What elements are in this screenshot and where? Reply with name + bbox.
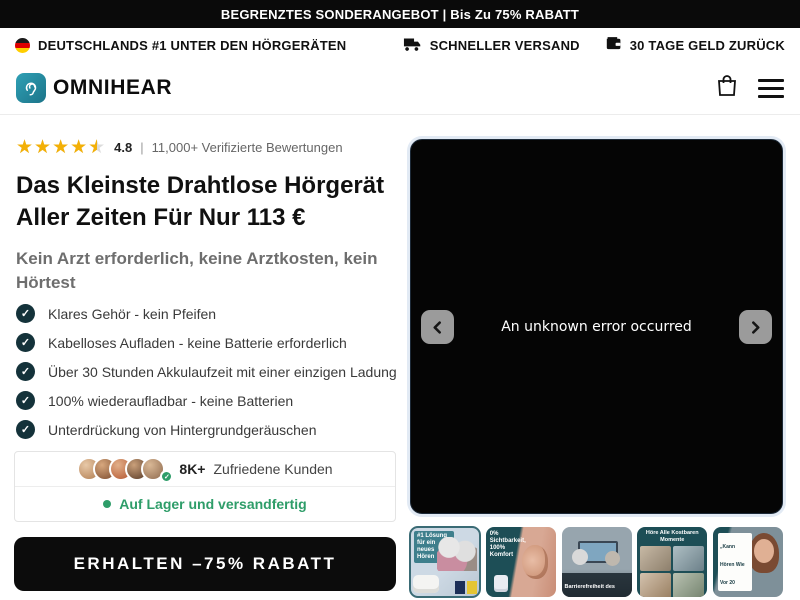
check-icon: ✓	[16, 304, 35, 323]
gallery-prev-button[interactable]	[421, 310, 454, 344]
benefit-item: ✓ Unterdrückung von Hintergrundgeräusche…	[16, 420, 398, 439]
usp-shipping-label: SCHNELLER VERSAND	[430, 38, 580, 53]
thumbnail-5[interactable]: „Kann Hören Wie Vor 20 Jahren“	[713, 527, 783, 597]
caption-bar: Barrierefreiheit des täglichen Lebens	[562, 573, 632, 597]
usp-moneyback-label: 30 TAGE GELD ZURÜCK	[630, 38, 785, 53]
brand-wordmark: OMNIHEAR	[53, 76, 172, 100]
couple-photo	[437, 537, 477, 571]
usp-country: DEUTSCHLANDS #1 UNTER DEN HÖRGERÄTEN	[15, 38, 346, 53]
thumbnail-1[interactable]: #1 Lösung für ein neues Hören	[410, 527, 480, 597]
rating-row: ★★★★★ ★★★★★ 4.8 | 11,000+ Verifizierte B…	[16, 138, 343, 157]
ear-logo-icon	[16, 73, 46, 103]
benefit-item: ✓ Über 30 Stunden Akkulaufzeit mit einer…	[16, 362, 398, 381]
page-subtitle: Kein Arzt erforderlich, keine Arztkosten…	[16, 247, 380, 295]
customer-avatars: ✓	[77, 457, 171, 481]
get-discount-button[interactable]: ERHALTEN –75% RABATT	[14, 537, 396, 591]
cart-icon[interactable]	[716, 74, 738, 103]
germany-flag-icon	[15, 38, 30, 53]
ear-photo	[522, 545, 548, 579]
check-icon: ✓	[16, 420, 35, 439]
promo-bar: BEGRENZTES SONDERANGEBOT | Bis Zu 75% RA…	[0, 0, 800, 28]
check-icon: ✓	[16, 391, 35, 410]
rating-separator: |	[140, 140, 143, 155]
check-icon: ✓	[16, 362, 35, 381]
usp-bar: DEUTSCHLANDS #1 UNTER DEN HÖRGERÄTEN SCH…	[0, 28, 800, 62]
in-stock-dot-icon	[103, 500, 111, 508]
site-header: OMNIHEAR	[0, 62, 800, 115]
landing-page: BEGRENZTES SONDERANGEBOT | Bis Zu 75% RA…	[0, 0, 800, 600]
truck-icon	[403, 37, 422, 54]
menu-icon[interactable]	[758, 79, 784, 98]
customers-label: Zufriedene Kunden	[213, 461, 332, 477]
promo-text: BEGRENZTES SONDERANGEBOT | Bis Zu 75% RA…	[221, 7, 579, 22]
thumbnail-3[interactable]: Barrierefreiheit des täglichen Lebens	[562, 527, 632, 597]
thumbnail-2[interactable]: 0% Sichtbarkeit, 100% Komfort	[486, 527, 556, 597]
earbuds-case	[413, 575, 439, 593]
benefit-item: ✓ Kabelloses Aufladen - keine Batterie e…	[16, 333, 398, 352]
person-photo	[572, 549, 588, 565]
usp-country-label: DEUTSCHLANDS #1 UNTER DEN HÖRGERÄTEN	[38, 38, 346, 53]
person-photo	[605, 551, 620, 566]
check-icon: ✓	[16, 333, 35, 352]
usp-moneyback: 30 TAGE GELD ZURÜCK	[606, 37, 785, 53]
product-video-player[interactable]: An unknown error occurred	[410, 139, 783, 514]
photo-collage	[640, 546, 704, 597]
star-rating-icon: ★★★★★ ★★★★★	[16, 138, 106, 157]
video-error-message: An unknown error occurred	[411, 319, 782, 335]
hearing-aid-product	[494, 575, 508, 589]
testimonial-quote-card: „Kann Hören Wie Vor 20 Jahren“	[718, 533, 752, 591]
rating-value: 4.8	[114, 140, 132, 155]
usp-shipping: SCHNELLER VERSAND	[403, 37, 580, 54]
gallery-next-button[interactable]	[739, 310, 772, 344]
wallet-icon	[606, 37, 622, 53]
benefits-list: ✓ Klares Gehör - kein Pfeifen ✓ Kabellos…	[16, 304, 398, 439]
benefit-item: ✓ 100% wiederaufladbar - keine Batterien	[16, 391, 398, 410]
gallery-thumbnails: #1 Lösung für ein neues Hören 0% Sichtba…	[410, 527, 783, 597]
verified-check-icon: ✓	[160, 470, 173, 483]
customers-count: 8K+	[179, 461, 205, 477]
award-badges	[455, 581, 477, 594]
benefit-item: ✓ Klares Gehör - kein Pfeifen	[16, 304, 398, 323]
page-title: Das Kleinste Drahtlose Hörgerät Aller Ze…	[16, 170, 388, 234]
reviews-count: 11,000+ Verifizierte Bewertungen	[152, 140, 343, 155]
thumbnail-4[interactable]: Höre Alle Kostbaren Momente	[637, 527, 707, 597]
social-proof-box: ✓ 8K+ Zufriedene Kunden Auf Lager und ve…	[14, 451, 396, 522]
stock-status: Auf Lager und versandfertig	[119, 496, 306, 512]
brand-logo[interactable]: OMNIHEAR	[16, 73, 172, 103]
